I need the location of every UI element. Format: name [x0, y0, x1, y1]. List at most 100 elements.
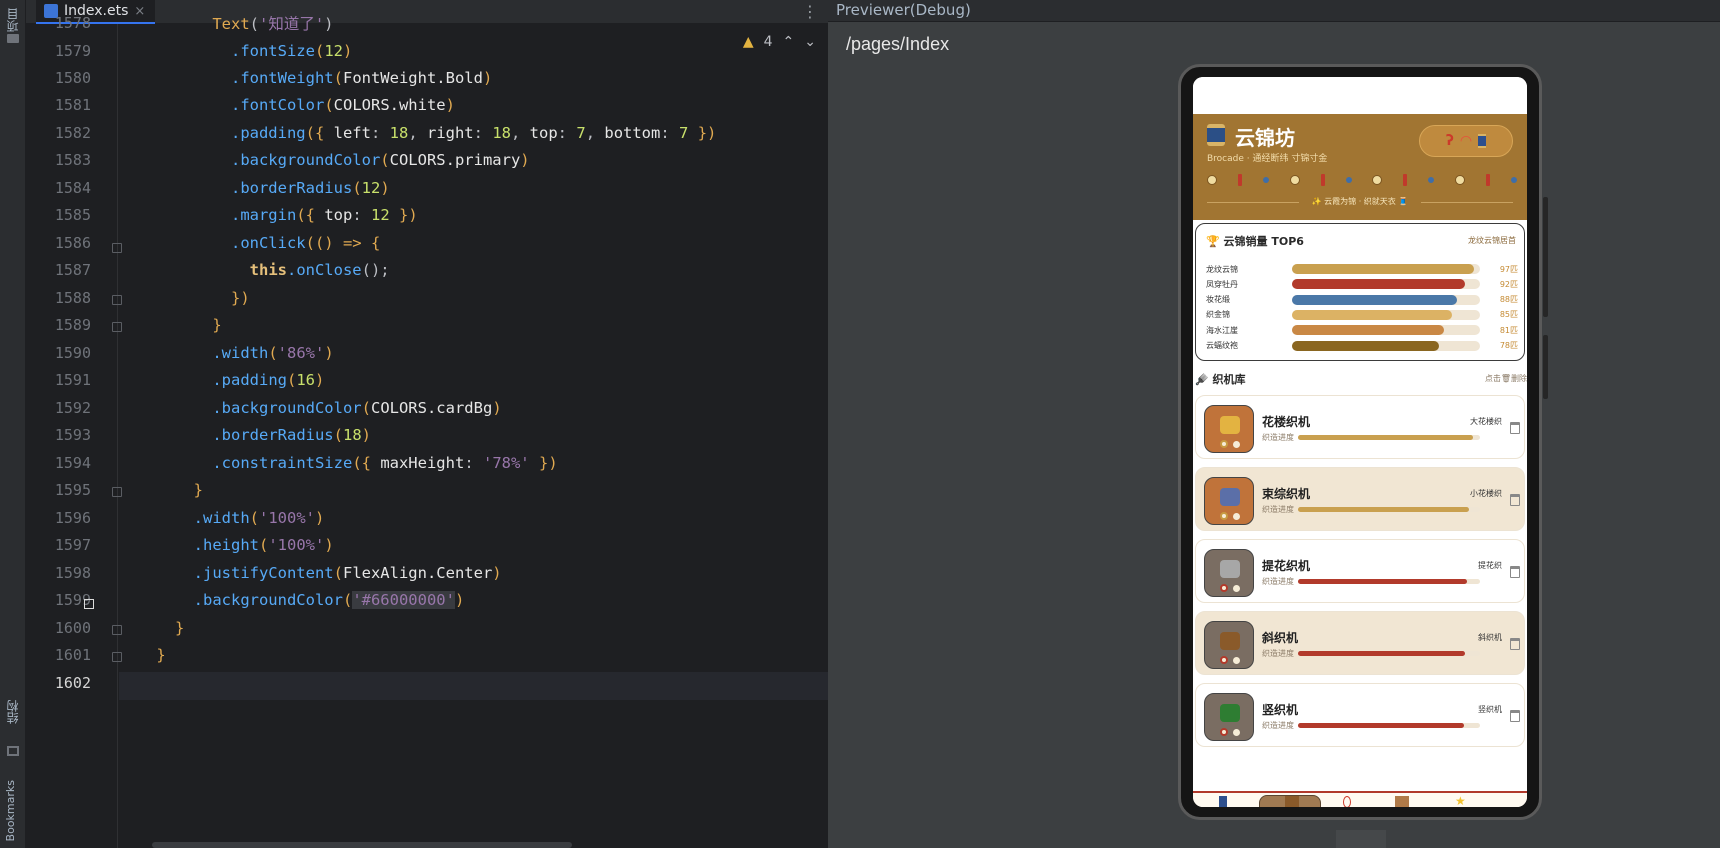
line-number: 1585 — [54, 206, 91, 224]
loom-name: 束综织机 — [1262, 487, 1311, 501]
loom-card[interactable]: 竖织机 竖织机 织造进度 — [1195, 683, 1525, 747]
progress-label: 织造进度 — [1262, 649, 1294, 658]
hero-banner: 云锦坊 Brocade · 通经断纬 寸锦寸金 ʔ ◠ ✨ 云霞为锦 · 织就天… — [1193, 114, 1527, 220]
ranking-value: 88匹 — [1499, 295, 1518, 305]
bookmarks-tool-label[interactable]: Bookmarks — [4, 780, 17, 841]
trash-icon[interactable] — [1510, 422, 1520, 434]
ranking-name: 妆花缎 — [1206, 295, 1230, 305]
ranking-name: 云蝠纹袍 — [1206, 341, 1238, 350]
loom-card[interactable]: 斜织机 斜织机 织造进度 — [1195, 611, 1525, 675]
progress-track — [1298, 507, 1480, 512]
loom-card[interactable]: 提花织机 提花织 织造进度 — [1195, 539, 1525, 603]
loom-name: 斜织机 — [1262, 631, 1299, 645]
trash-icon[interactable] — [1510, 710, 1520, 722]
code-line-1591: .padding(16) — [212, 371, 325, 389]
thread-icon[interactable] — [1343, 796, 1351, 807]
star-icon[interactable]: ★ — [1455, 795, 1469, 807]
ranking-name: 龙纹云锦 — [1206, 264, 1238, 274]
code-line-1589: } — [212, 316, 222, 334]
app-subtitle: Brocade · 通经断纬 寸锦寸金 — [1207, 154, 1328, 164]
code-line-1600: } — [175, 619, 185, 637]
line-number: 1593 — [54, 426, 91, 444]
previewer-bottom-tab[interactable] — [1336, 830, 1386, 848]
line-number: 1598 — [54, 564, 91, 582]
trash-icon[interactable] — [1510, 494, 1520, 506]
decor-pill[interactable]: ʔ ◠ — [1419, 125, 1513, 157]
rainbow-icon: ◠ — [1459, 133, 1473, 149]
ranking-bar-track — [1292, 340, 1480, 351]
code-line-1578: Text('知道了') — [212, 15, 334, 33]
line-number: 1586 — [54, 234, 91, 252]
line-number: 1588 — [54, 289, 91, 307]
ranking-row: 织金锦 85匹 — [1206, 308, 1518, 322]
more-options-icon[interactable]: ⋮ — [802, 2, 818, 21]
code-area[interactable]: Text('知道了') .fontSize(12) .fontWeight(Fo… — [119, 15, 828, 848]
line-number: 1600 — [54, 619, 91, 637]
code-editor[interactable]: Index.ets × ⋮ ▲ 4 ⌃ ⌄ 1578 1579 1580 158… — [26, 0, 828, 848]
status-dot — [1220, 728, 1228, 736]
color-swatch-icon[interactable] — [84, 599, 94, 609]
pattern-dot — [1428, 177, 1435, 183]
structure-tool-label[interactable]: 结构 — [4, 700, 21, 724]
line-gutter: 1578 1579 1580 1581 1582 1583 1584 1585 … — [26, 14, 122, 848]
trash-icon[interactable] — [1510, 638, 1520, 650]
structure-icon[interactable] — [7, 746, 19, 756]
previewer-route: /pages/Index — [846, 34, 950, 54]
horizontal-scrollbar[interactable] — [152, 842, 572, 848]
folder-icon[interactable] — [7, 34, 19, 43]
code-line-1583: .backgroundColor(COLORS.primary) — [230, 151, 530, 169]
loom-pattern: 大花楼织 — [1470, 417, 1502, 426]
code-line-1582: .padding({ left: 18, right: 18, top: 7, … — [230, 124, 717, 142]
pattern-dot — [1486, 174, 1491, 186]
sales-ranking-card: 🏆 云锦销量 TOP6 龙纹云锦居首 龙纹云锦 97匹 凤穿牡丹 92匹 妆花缎 88匹织… — [1195, 223, 1525, 361]
code-line-1588: }) — [230, 289, 250, 307]
app-title: 云锦坊 — [1235, 126, 1295, 150]
ranking-value: 78匹 — [1499, 341, 1518, 350]
trash-icon[interactable] — [1510, 566, 1520, 578]
line-number: 1587 — [54, 261, 91, 279]
status-dot — [1220, 656, 1228, 664]
progress-fill — [1298, 723, 1464, 728]
app-screen[interactable]: 云锦坊 Brocade · 通经断纬 寸锦寸金 ʔ ◠ ✨ 云霞为锦 · 织就天… — [1193, 77, 1527, 807]
ranking-name: 凤穿牡丹 — [1206, 279, 1238, 289]
code-line-1601: } — [156, 646, 166, 664]
loom-thumbnail — [1204, 621, 1254, 669]
tool-strip: 项目 结构 Bookmarks — [0, 0, 26, 848]
loom-card[interactable]: 束综织机 小花楼织 织造进度 — [1195, 467, 1525, 531]
box-icon[interactable] — [1395, 796, 1409, 807]
library-header: 🪮 织机库 点击🗑删除 — [1193, 369, 1527, 387]
loom-icon — [1220, 488, 1240, 506]
previewer-title: Previewer(Debug) — [828, 0, 1720, 22]
loom-icon[interactable] — [1285, 796, 1299, 807]
ranking-value: 92匹 — [1499, 279, 1518, 289]
line-number: 1578 — [54, 14, 91, 32]
bottom-tab-bar: ★ — [1193, 791, 1527, 807]
progress-fill — [1298, 579, 1468, 584]
ranking-row: 妆花缎 88匹 — [1206, 293, 1518, 307]
loom-thumbnail — [1204, 477, 1254, 525]
progress-fill — [1298, 507, 1470, 512]
progress-track — [1298, 435, 1480, 440]
ranking-value: 85匹 — [1499, 310, 1518, 320]
line-number: 1601 — [54, 646, 91, 664]
code-line-1587: this.onClose(); — [249, 261, 390, 279]
ranking-value: 81匹 — [1499, 325, 1518, 335]
status-dot — [1220, 512, 1228, 520]
code-line-1586: .onClick(() => { — [230, 234, 381, 252]
line-number: 1596 — [54, 509, 91, 527]
pattern-dot — [1403, 174, 1408, 186]
loom-card[interactable]: 花楼织机 大花楼织 织造进度 — [1195, 395, 1525, 459]
pattern-dot — [1289, 175, 1300, 185]
ranking-row: 海水江崖 81匹 — [1206, 323, 1518, 337]
status-dot — [1233, 513, 1240, 520]
loom-icon — [1220, 416, 1240, 434]
project-tool-label[interactable]: 项目 — [4, 8, 21, 32]
spool-icon — [1478, 134, 1487, 148]
loom-name: 花楼织机 — [1262, 415, 1311, 429]
volume-button — [1543, 197, 1548, 317]
code-line-1595: } — [193, 481, 203, 499]
status-dot — [1233, 729, 1240, 736]
spool-icon[interactable] — [1219, 796, 1227, 807]
previewer-panel: Previewer(Debug) /pages/Index 云锦坊 Brocad… — [828, 0, 1720, 848]
line-number: 1591 — [54, 371, 91, 389]
